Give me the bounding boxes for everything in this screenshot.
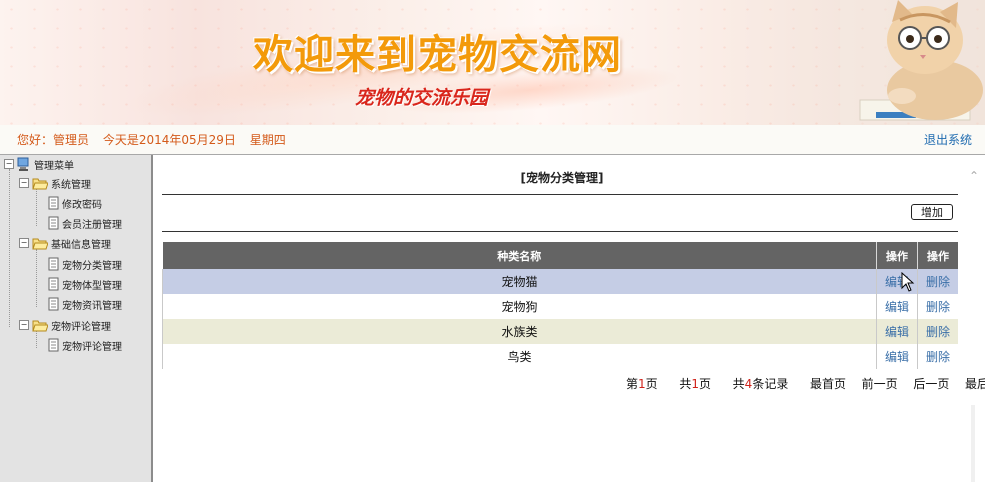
add-button[interactable]: 增加 [911,204,953,220]
divider [162,231,958,232]
folder-open-icon [32,320,48,331]
scrollbar-track[interactable] [971,405,975,482]
delete-link[interactable]: 删除 [917,319,958,344]
document-icon [48,216,59,230]
edit-link[interactable]: 编辑 [876,294,918,319]
pager-first-link[interactable]: 最首页 [810,377,846,391]
document-icon [48,257,59,271]
column-header-action: 操作 [876,242,918,269]
pagination: 第1页 共1页 共4条记录 最首页 前一页 后一页 最后页 [626,375,985,392]
page-title: [宠物分类管理] [520,171,604,185]
pager-records-prefix: 共 [732,377,745,391]
table-row: 宠物狗 编辑 删除 [162,294,958,319]
sidebar-item-pet-category[interactable]: 宠物分类管理 [48,255,122,273]
sidebar-menu: − 管理菜单 − 系统管理 修改密码 会员注册管理 − 基础信息管理 宠物分类管… [0,155,153,482]
pager-last-link[interactable]: 最后页 [965,377,985,391]
main-content: [宠物分类管理] 增加 种类名称 操作 操作 宠物猫 编辑 删除 宠物狗 编辑 … [153,155,985,482]
sidebar-root-label: 管理菜单 [34,160,74,172]
divider [162,194,958,195]
column-header-category-name: 种类名称 [162,242,877,269]
table-header-row: 种类名称 操作 操作 [162,242,958,269]
sidebar-item-label: 会员注册管理 [62,219,122,231]
category-name-cell: 宠物猫 [162,269,877,294]
folder-open-icon [32,178,48,189]
category-name-cell: 鸟类 [162,344,877,369]
pager-total-suffix: 页 [698,377,711,391]
computer-icon [17,157,29,171]
logout-link[interactable]: 退出系统 [924,131,972,148]
folder-open-icon [32,238,48,249]
current-date: 今天是2014年05月29日 [102,133,236,147]
table-row: 宠物猫 编辑 删除 [162,269,958,294]
sidebar-item-label: 宠物体型管理 [62,280,122,292]
user-greeting: 您好：管理员 [17,133,90,147]
sidebar-group-label: 系统管理 [51,179,91,191]
delete-link[interactable]: 删除 [917,294,958,319]
pager-current-page: 1 [638,377,646,391]
scroll-up-arrow-icon[interactable]: ⌃ [969,169,979,183]
tree-connector [36,188,37,226]
cat-with-glasses-image [840,0,985,125]
mouse-cursor-icon [901,272,915,292]
sidebar-item-pet-size[interactable]: 宠物体型管理 [48,275,122,293]
sidebar-item-label: 宠物分类管理 [62,260,122,272]
delete-link[interactable]: 删除 [917,344,958,369]
header-banner: 欢迎来到宠物交流网 宠物的交流乐园 [0,0,985,125]
pager-prev-link[interactable]: 前一页 [862,377,898,391]
sidebar-item-label: 修改密码 [62,199,102,211]
sidebar-item-pet-news[interactable]: 宠物资讯管理 [48,295,122,313]
pager-records-suffix: 条记录 [752,377,789,391]
delete-link[interactable]: 删除 [917,269,958,294]
table-row: 水族类 编辑 删除 [162,319,958,344]
tree-connector [36,249,37,307]
sidebar-group-system[interactable]: − 系统管理 [19,174,91,192]
info-bar: 您好：管理员 今天是2014年05月29日 星期四 退出系统 [0,125,985,155]
document-icon [48,277,59,291]
pager-total-prefix: 共 [679,377,692,391]
sidebar-item-label: 宠物评论管理 [62,341,122,353]
collapse-icon[interactable]: − [19,320,29,330]
collapse-icon[interactable]: − [4,159,14,169]
collapse-icon[interactable]: − [19,178,29,188]
edit-link[interactable]: 编辑 [876,344,918,369]
sidebar-group-label: 基础信息管理 [51,239,111,251]
table-row: 鸟类 编辑 删除 [162,344,958,369]
document-icon [48,297,59,311]
sidebar-group-pet-comments[interactable]: − 宠物评论管理 [19,316,111,334]
pager-page-suffix: 页 [645,377,658,391]
site-subtitle: 宠物的交流乐园 [355,87,489,109]
sidebar-group-basic-info[interactable]: − 基础信息管理 [19,234,111,252]
pager-page-prefix: 第 [626,377,639,391]
site-title: 欢迎来到宠物交流网 [253,31,622,78]
category-name-cell: 水族类 [162,319,877,344]
document-icon [48,196,59,210]
sidebar-item-pet-comments[interactable]: 宠物评论管理 [48,336,122,354]
sidebar-group-label: 宠物评论管理 [51,321,111,333]
sidebar-item-member-registration[interactable]: 会员注册管理 [48,214,122,232]
tree-connector [9,169,10,327]
edit-link[interactable]: 编辑 [876,319,918,344]
sidebar-root[interactable]: − 管理菜单 [4,155,74,173]
sidebar-item-label: 宠物资讯管理 [62,300,122,312]
document-icon [48,338,59,352]
current-weekday: 星期四 [249,133,286,147]
sidebar-item-change-password[interactable]: 修改密码 [48,194,102,212]
pager-next-link[interactable]: 后一页 [913,377,949,391]
greeting-text: 您好：管理员 今天是2014年05月29日 星期四 [17,131,296,148]
category-table: 种类名称 操作 操作 宠物猫 编辑 删除 宠物狗 编辑 删除 水族类 编辑 删除 [162,242,958,369]
column-header-action: 操作 [917,242,958,269]
pager-total-pages: 1 [691,377,699,391]
category-name-cell: 宠物狗 [162,294,877,319]
collapse-icon[interactable]: − [19,238,29,248]
